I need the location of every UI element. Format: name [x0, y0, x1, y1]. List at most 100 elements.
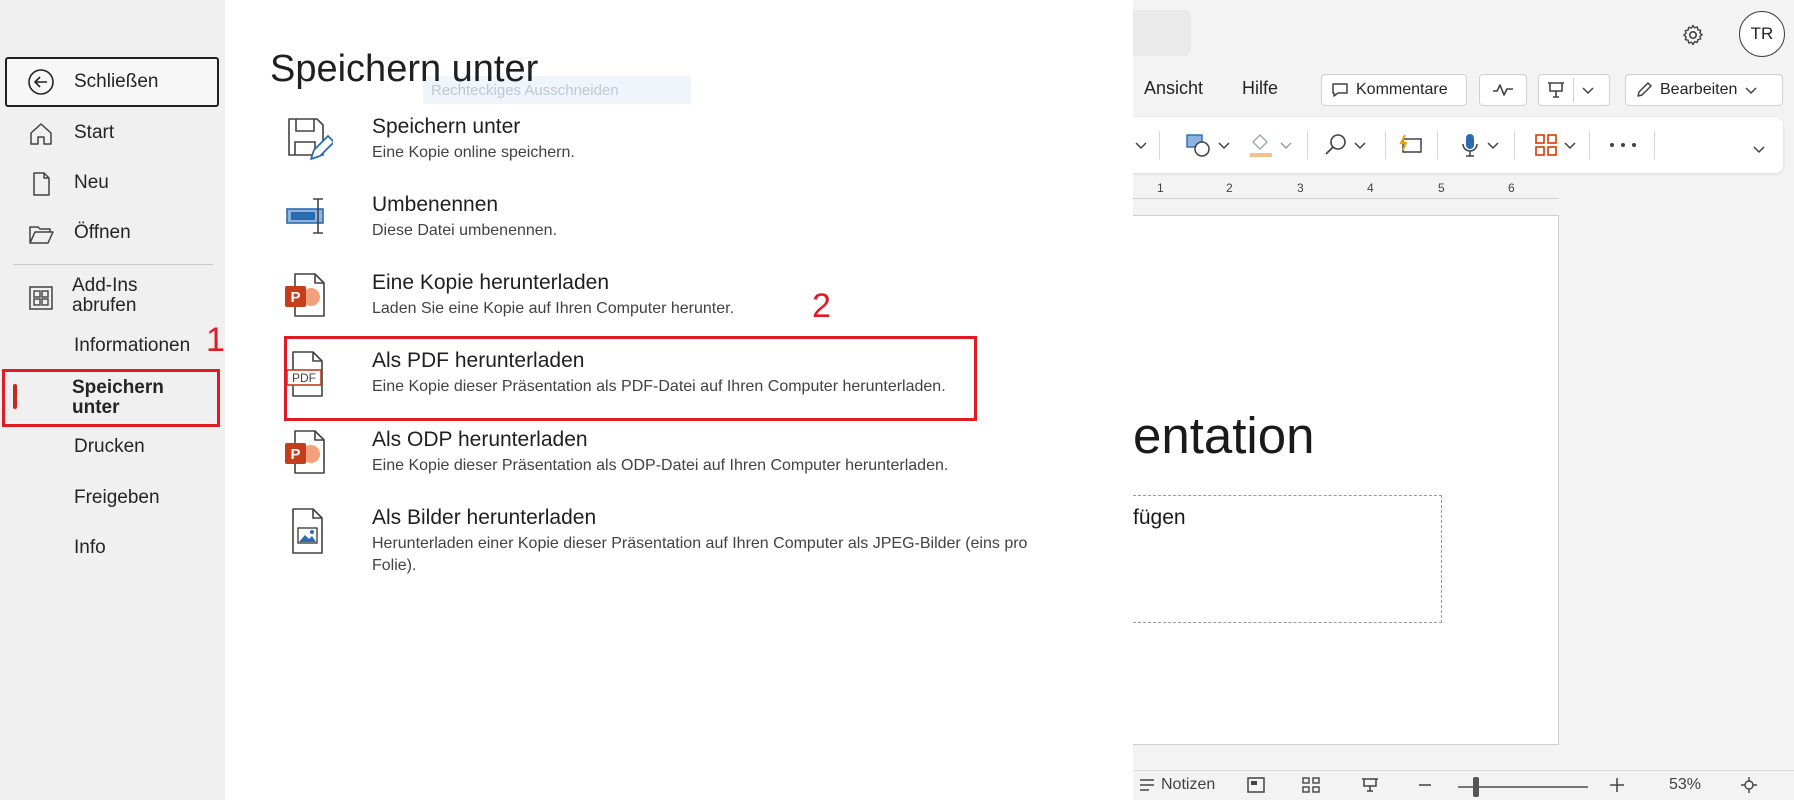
slideshow-button[interactable] [1360, 776, 1380, 794]
ruler-mark: 3 [1297, 181, 1304, 195]
presenter-icon [1548, 82, 1564, 98]
fill-color-button[interactable] [1247, 131, 1294, 159]
nav-label-start: Start [74, 122, 115, 143]
normal-view-button[interactable] [1246, 776, 1266, 794]
dictate-button[interactable] [1458, 131, 1501, 159]
backstage-nav: Schließen Start Neu Öffnen Add-Ins abruf… [0, 0, 225, 800]
plus-icon [1610, 778, 1624, 792]
app-window: TR Ansicht Hilfe Kommentare Bearbeiten 1… [0, 0, 1794, 800]
addins-ribbon-button[interactable] [1533, 131, 1578, 159]
nav-item-new[interactable]: Neu [5, 160, 219, 206]
ellipsis-icon [1610, 143, 1636, 147]
slide-title[interactable]: entation [1133, 406, 1315, 465]
chevron-down-icon [1135, 142, 1147, 150]
more-options-button[interactable] [1608, 131, 1638, 159]
horizontal-ruler: 1 2 3 4 5 6 [1133, 179, 1559, 199]
shapes-button[interactable] [1185, 131, 1232, 159]
align-dropdown[interactable] [1133, 131, 1149, 159]
zoom-value: 53% [1669, 776, 1702, 793]
save-as-icon [288, 118, 333, 160]
avatar[interactable]: TR [1739, 11, 1785, 57]
ruler-mark: 2 [1226, 181, 1233, 195]
nav-label-print: Drucken [74, 436, 145, 457]
presenter-icon [1362, 778, 1378, 792]
present-button[interactable] [1538, 74, 1610, 106]
fit-window-icon [1741, 777, 1757, 793]
annotation-step-2: 2 [812, 287, 831, 325]
zoom-in-button[interactable] [1608, 776, 1626, 794]
chevron-down-icon [1280, 142, 1292, 150]
microphone-icon [1462, 134, 1478, 157]
tab-hilfe[interactable]: Hilfe [1242, 78, 1278, 99]
powerpoint-file-icon: P [285, 430, 325, 474]
comments-button[interactable]: Kommentare [1321, 74, 1467, 106]
svg-text:P: P [290, 446, 300, 463]
option-description: Eine Kopie dieser Präsentation als ODP-D… [372, 457, 949, 474]
chevron-down-icon [1354, 142, 1366, 150]
slide-subtitle: fügen [1133, 506, 1186, 529]
settings-button[interactable] [1676, 18, 1710, 52]
edit-mode-button[interactable]: Bearbeiten [1625, 74, 1783, 106]
rename-icon [286, 198, 324, 234]
option-title: Umbenennen [372, 193, 499, 216]
option-title: Eine Kopie herunterladen [372, 271, 610, 294]
search-box[interactable] [1133, 10, 1191, 56]
find-button[interactable] [1323, 131, 1368, 159]
zoom-out-button[interactable] [1417, 776, 1433, 794]
annotation-step-1: 1 [206, 321, 225, 359]
search-icon [1325, 134, 1346, 155]
activity-button[interactable] [1479, 74, 1527, 106]
edit-label: Bearbeiten [1660, 81, 1738, 98]
addins-icon [29, 286, 53, 310]
zoom-slider-thumb[interactable] [1473, 777, 1479, 797]
nav-label-info: Info [74, 537, 106, 558]
notes-icon [1140, 779, 1154, 791]
zoom-level[interactable]: 53% [1669, 776, 1701, 794]
normal-view-icon [1247, 777, 1265, 793]
chevron-down-icon [1487, 142, 1499, 150]
nav-label-share: Freigeben [74, 487, 160, 508]
nav-item-open[interactable]: Öffnen [5, 210, 219, 256]
nav-item-informationen[interactable]: Informationen [5, 323, 219, 369]
new-document-icon [33, 172, 50, 196]
nav-item-save-as[interactable]: Speichern unter [72, 378, 164, 418]
nav-label-addins: Add-Ins abrufen [72, 275, 138, 316]
subtitle-placeholder[interactable]: fügen [1133, 495, 1442, 623]
expand-ribbon-button[interactable] [1751, 135, 1767, 163]
close-button[interactable]: Schließen [5, 57, 219, 107]
slide-sorter-button[interactable] [1301, 776, 1321, 794]
option-description: Eine Kopie online speichern. [372, 144, 575, 161]
notes-label: Notizen [1161, 776, 1216, 793]
designer-button[interactable] [1397, 131, 1425, 159]
back-arrow-icon [28, 69, 54, 95]
nav-item-share[interactable]: Freigeben [5, 475, 219, 521]
chevron-down-icon [1582, 87, 1594, 95]
slide-canvas[interactable]: entation fügen [1133, 215, 1559, 745]
option-description: Laden Sie eine Kopie auf Ihren Computer … [372, 300, 735, 317]
chevron-down-icon [1753, 146, 1765, 154]
slide-sorter-icon [1302, 777, 1320, 793]
ruler-mark: 5 [1438, 181, 1445, 195]
notes-button[interactable]: Notizen [1138, 776, 1215, 794]
ruler-mark: 6 [1508, 181, 1515, 195]
nav-item-start[interactable]: Start [5, 110, 219, 156]
folder-open-icon [29, 226, 54, 244]
home-icon [30, 123, 52, 145]
status-bar: Notizen 53% [1133, 770, 1794, 800]
nav-label-new: Neu [74, 172, 109, 193]
activity-icon [1493, 84, 1513, 96]
pencil-icon [1637, 82, 1652, 97]
nav-divider [13, 264, 213, 265]
comment-icon [1332, 83, 1348, 97]
minus-icon [1419, 784, 1431, 786]
gear-icon [1683, 24, 1703, 46]
option-title: Als ODP herunterladen [372, 428, 588, 451]
chevron-down-icon [1218, 142, 1230, 150]
nav-item-info[interactable]: Info [5, 525, 219, 571]
tab-ansicht[interactable]: Ansicht [1144, 78, 1203, 99]
active-indicator [13, 384, 17, 409]
nav-item-print[interactable]: Drucken [5, 424, 219, 470]
ruler-mark: 1 [1157, 181, 1164, 195]
fit-to-window-button[interactable] [1740, 776, 1758, 794]
ribbon-toolbar [1133, 117, 1783, 173]
